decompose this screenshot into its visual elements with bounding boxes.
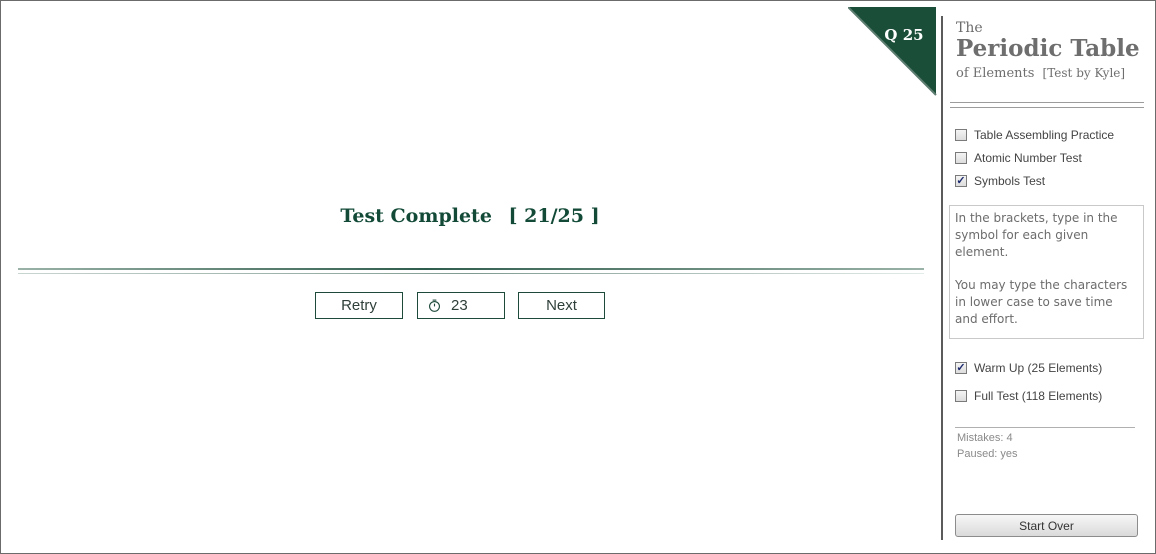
question-number: Q 25 — [884, 26, 924, 44]
app-subtitle-text: of Elements — [956, 66, 1035, 81]
app-title: Periodic Table — [956, 35, 1140, 62]
mode-label: Table Assembling Practice — [974, 128, 1115, 142]
question-banner — [848, 7, 937, 96]
timer-value: 23 — [451, 297, 468, 314]
checkbox-checked[interactable]: ✓ — [955, 362, 967, 374]
instructions-text: In the brackets, type in the symbol for … — [955, 211, 1118, 259]
divider — [18, 273, 924, 274]
result-heading: Test Complete [ 21/25 ] — [0, 205, 940, 227]
paused-status: Paused: yes — [957, 448, 1018, 460]
mistakes-count: Mistakes: 4 — [957, 432, 1013, 444]
sidebar-separator — [950, 102, 1144, 103]
mode-label: Atomic Number Test — [974, 151, 1082, 165]
divider — [18, 268, 924, 270]
author-credit: [Test by Kyle] — [1042, 66, 1126, 80]
stopwatch-icon — [429, 299, 440, 312]
sidebar-divider — [941, 16, 943, 540]
result-score: [ 21/25 ] — [508, 205, 600, 227]
status-separator — [955, 427, 1135, 428]
length-label: Full Test (118 Elements) — [974, 389, 1103, 403]
length-label: Warm Up (25 Elements) — [974, 361, 1103, 375]
timer-display: 23 — [417, 292, 505, 319]
mode-label: Symbols Test — [974, 174, 1046, 188]
sidebar-separator — [950, 107, 1144, 108]
app-subtitle: of Elements [Test by Kyle] — [956, 66, 1125, 81]
checkbox[interactable] — [955, 390, 967, 402]
instructions-box: In the brackets, type in the symbol for … — [949, 205, 1144, 339]
checkbox-checked[interactable]: ✓ — [955, 175, 967, 187]
checkbox[interactable] — [955, 152, 967, 164]
next-button[interactable]: Next — [518, 292, 605, 319]
start-over-button[interactable]: Start Over — [955, 514, 1138, 537]
length-full-test[interactable]: Full Test (118 Elements) — [955, 389, 1102, 403]
instructions-text: You may type the characters in lower cas… — [955, 278, 1128, 326]
mode-symbols-test[interactable]: ✓ Symbols Test — [955, 174, 1045, 188]
app-title-the: The — [956, 20, 983, 36]
mode-atomic-number[interactable]: Atomic Number Test — [955, 151, 1082, 165]
retry-button[interactable]: Retry — [315, 292, 403, 319]
checkbox[interactable] — [955, 129, 967, 141]
result-label: Test Complete — [340, 205, 492, 227]
mode-table-assembling[interactable]: Table Assembling Practice — [955, 128, 1114, 142]
length-warm-up[interactable]: ✓ Warm Up (25 Elements) — [955, 361, 1102, 375]
